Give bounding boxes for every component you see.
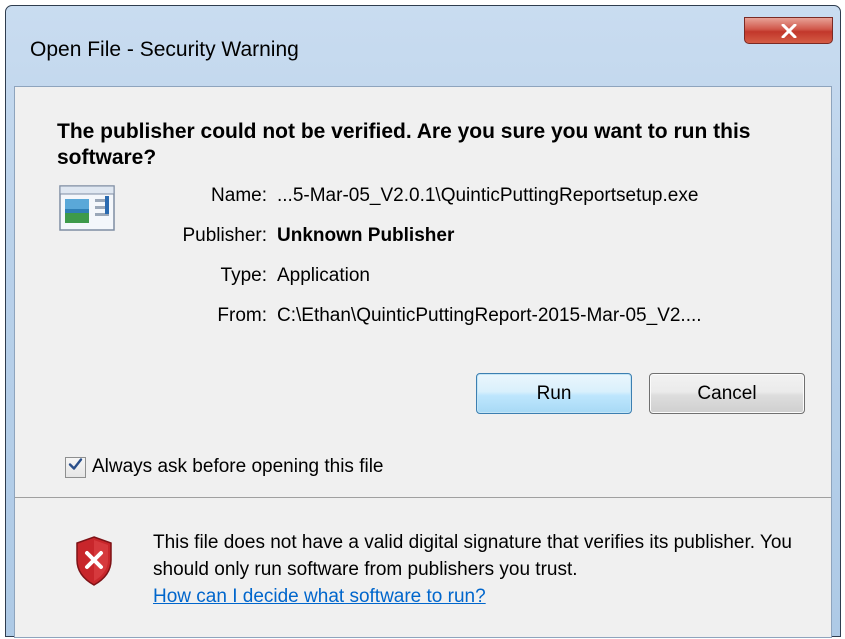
type-label: Type: <box>220 265 267 286</box>
cancel-button[interactable]: Cancel <box>649 373 805 414</box>
warning-text: This file does not have a valid digital … <box>153 532 792 580</box>
always-ask-label[interactable]: Always ask before opening this file <box>92 456 384 478</box>
help-link[interactable]: How can I decide what software to run? <box>153 583 813 610</box>
publisher-row: Publisher: Unknown Publisher <box>15 225 831 253</box>
always-ask-checkbox[interactable] <box>65 456 86 478</box>
from-value: C:\Ethan\QuinticPuttingReport-2015-Mar-0… <box>277 305 702 326</box>
type-value: Application <box>277 265 370 286</box>
security-shield-icon <box>75 536 113 586</box>
window-title: Open File - Security Warning <box>30 38 299 61</box>
from-row: From: C:\Ethan\QuinticPuttingReport-2015… <box>15 305 831 333</box>
always-ask-option[interactable]: Always ask before opening this file <box>65 454 384 480</box>
check-icon <box>68 457 83 477</box>
warning-message: This file does not have a valid digital … <box>153 529 813 610</box>
type-row: Type: Application <box>15 265 831 293</box>
security-warning-dialog: Open File - Security Warning The publish… <box>5 5 841 638</box>
dialog-content: The publisher could not be verified. Are… <box>14 86 832 638</box>
name-value: ...5-Mar-05_V2.0.1\QuinticPuttingReports… <box>277 185 699 206</box>
from-label: From: <box>217 305 267 326</box>
close-icon <box>781 23 797 38</box>
publisher-value: Unknown Publisher <box>277 225 455 246</box>
publisher-label: Publisher: <box>182 225 268 246</box>
close-button[interactable] <box>744 17 833 44</box>
name-row: Name: ...5-Mar-05_V2.0.1\QuinticPuttingR… <box>15 185 831 213</box>
run-button[interactable]: Run <box>476 373 632 414</box>
dialog-footer-panel: This file does not have a valid digital … <box>15 498 831 637</box>
dialog-headline: The publisher could not be verified. Are… <box>57 120 751 169</box>
title-bar[interactable]: Open File - Security Warning <box>6 6 840 86</box>
name-label: Name: <box>211 185 267 206</box>
dialog-upper-panel: The publisher could not be verified. Are… <box>15 87 831 497</box>
